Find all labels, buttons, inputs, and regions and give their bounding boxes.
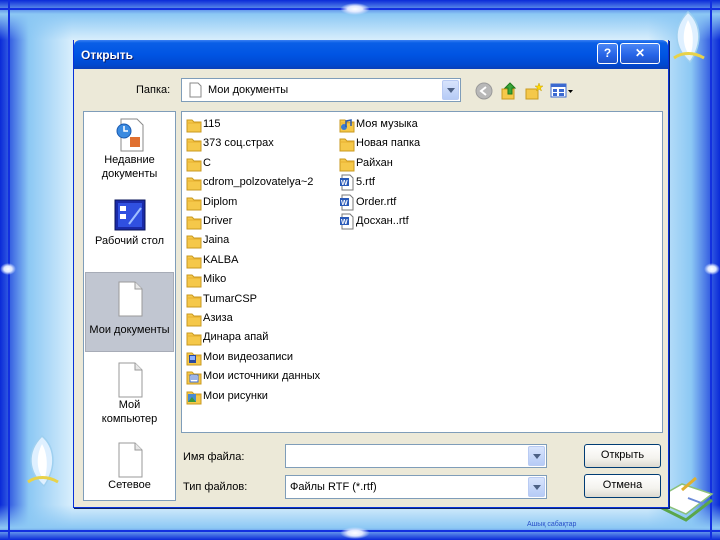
open-file-dialog: Открыть ? ✕ Папка: Мои документы Недавни… [73,40,669,508]
open-button[interactable]: Открыть [584,444,661,468]
rtf-file-icon: W [339,174,355,194]
folder-icon [186,155,202,175]
file-name: Новая папка [356,137,421,150]
file-name: Мои источники данных [203,370,321,383]
place-label-line1: Мой [118,399,141,411]
place-my-computer[interactable]: Мой компьютер [85,362,174,432]
folder-icon [186,329,202,349]
network-icon [118,442,142,478]
filename-input[interactable] [285,444,547,468]
svg-text:W: W [341,180,348,187]
filetype-select[interactable]: Файлы RTF (*.rtf) [285,475,547,499]
chevron-down-icon[interactable] [528,446,545,466]
file-name: Досхан..rtf [356,215,409,227]
chevron-down-icon[interactable] [442,80,459,100]
folder-icon [186,213,202,233]
file-name: Райхан [356,156,393,169]
help-button[interactable]: ? [597,43,618,64]
folder-icon [186,252,202,272]
place-my-documents[interactable]: Мои документы [85,272,174,352]
close-button[interactable]: ✕ [620,43,660,64]
folder-icon [186,232,202,252]
file-name: Динара апай [203,331,269,344]
folder-icon [186,135,202,155]
filetype-label: Тип файлов: [183,481,248,493]
pictures-folder-icon [186,388,202,408]
folder-label: Папка: [136,84,171,96]
cancel-button[interactable]: Отмена [584,474,661,498]
my-documents-icon [118,281,142,317]
file-name: Мои видеозаписи [203,350,294,363]
folder-value: Мои документы [208,84,289,96]
flower-decoration-top-right [673,10,705,64]
file-name: KALBA [203,253,239,266]
title-bar[interactable]: Открыть ? ✕ [74,40,668,69]
chevron-down-icon[interactable] [528,477,545,497]
rtf-file-icon: W [339,213,355,233]
my-computer-icon [118,362,142,398]
place-label-line2: компьютер [101,413,158,425]
place-network[interactable]: Сетевое [85,442,174,498]
places-bar: Недавние документы Рабочий стол Мои доку… [83,111,176,501]
folder-combobox[interactable]: Мои документы [181,78,461,102]
file-name: TumarCSP [203,292,257,305]
my-documents-small-icon [189,82,202,98]
file-name: 115 [203,118,221,130]
file-name: Diplom [203,195,238,208]
file-name: Мои рисунки [203,389,268,402]
sparkle-left [0,263,16,275]
sparkle-top [340,3,370,15]
file-name: Азиза [203,312,233,324]
flower-decoration-bottom-left [27,434,59,488]
folder-icon [186,271,202,291]
rtf-file-icon: W [339,194,355,214]
file-name: С [203,156,211,169]
folder-icon [339,135,355,155]
place-label-line1: Недавние [104,154,155,166]
place-label-line1: Сетевое [108,479,151,491]
place-recent-documents[interactable]: Недавние документы [85,117,174,189]
data-sources-folder-icon [186,368,202,388]
folder-icon [186,174,202,194]
folder-icon [339,155,355,175]
place-label-line1: Рабочий стол [94,235,165,247]
folder-icon [186,291,202,311]
music-folder-icon [339,116,355,136]
folder-icon [186,310,202,330]
place-label-line1: Мои документы [89,324,170,336]
sparkle-right [704,263,720,275]
filename-label: Имя файла: [183,451,245,463]
file-name: 5.rtf [356,176,375,189]
sparkle-bottom [340,527,370,539]
folder-icon [186,116,202,136]
file-name: cdrom_polzovatelya~2 [203,176,314,189]
dialog-title: Открыть [81,48,134,62]
back-icon[interactable] [475,82,493,100]
up-folder-icon[interactable] [500,81,518,101]
file-name: Jaina [203,234,230,247]
folder-icon [186,194,202,214]
svg-text:W: W [341,219,348,226]
svg-text:W: W [341,200,348,207]
video-folder-icon [186,349,202,369]
file-name: Моя музыка [356,118,418,130]
file-name: 373 соц.страх [203,137,274,150]
file-name: Order.rtf [356,195,397,208]
new-folder-icon[interactable] [525,81,543,101]
filetype-value: Файлы RTF (*.rtf) [290,481,377,493]
file-name: Driver [203,215,233,227]
desktop-icon [114,199,145,231]
views-menu-icon[interactable] [550,82,574,100]
place-desktop[interactable]: Рабочий стол [85,198,174,256]
recent-documents-icon [116,118,143,152]
file-name: Miko [203,273,227,286]
footer-caption: Ашық сабақтар [527,521,577,528]
file-list[interactable]: 115 373 соц.страх Сcdrom_polzovatelya~2 Dip… [181,111,663,433]
place-label-line2: документы [101,168,158,180]
